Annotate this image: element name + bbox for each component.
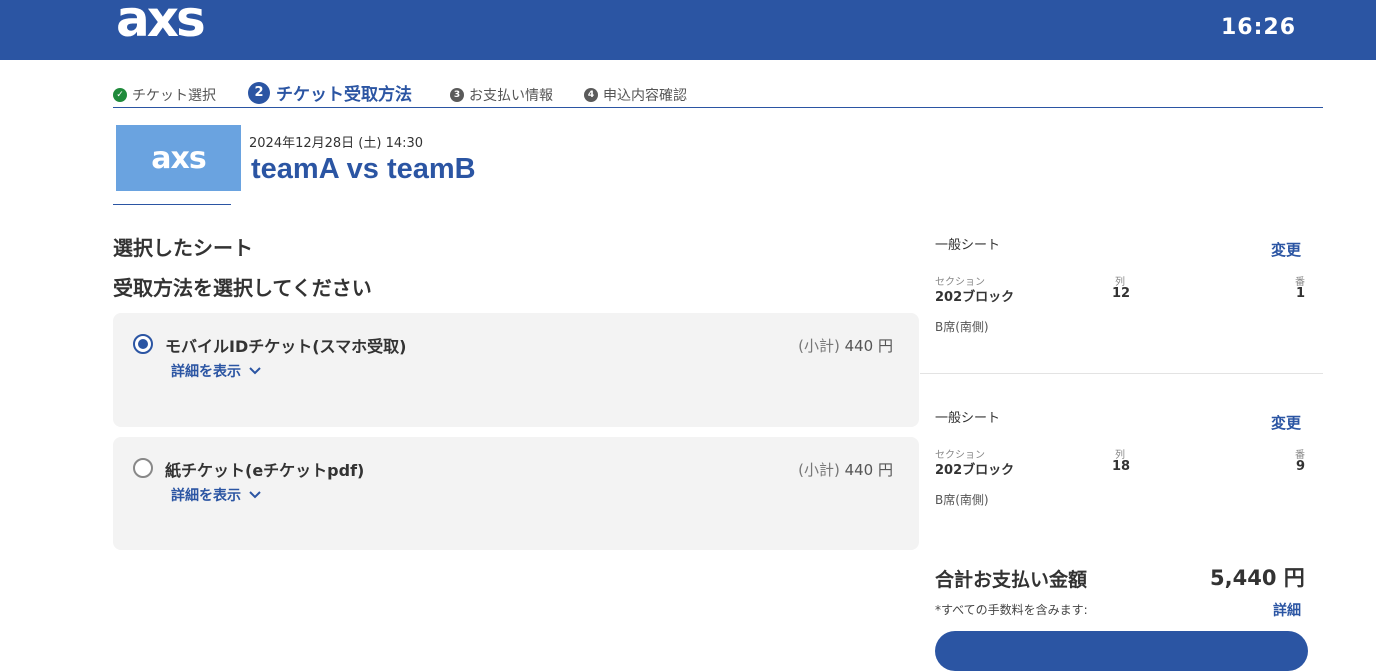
- step-number-icon: 3: [450, 88, 464, 102]
- step-label: チケット選択: [132, 88, 216, 104]
- option-label: 紙チケット(eチケットpdf): [165, 461, 365, 480]
- progress-steps: ✓ チケット選択 2 チケット受取方法 3 お支払い情報 4 申込内容確認: [113, 80, 1323, 108]
- seat-card: 一般シート 変更 セクション 202ブロック 列 18 番 9 B席(南側): [935, 407, 1307, 517]
- delivery-option-paper[interactable]: 紙チケット(eチケットpdf) (小計) 440 円 詳細を表示: [113, 437, 919, 550]
- price-value: 440 円: [844, 337, 893, 355]
- total-amount: 5,440 円: [1210, 566, 1305, 590]
- seat-type: 一般シート: [935, 411, 1001, 426]
- subtotal-label: (小計): [798, 461, 840, 479]
- row-value: 18: [1112, 459, 1131, 474]
- section-value: 202ブロック: [935, 290, 1015, 305]
- section-value: 202ブロック: [935, 463, 1015, 478]
- divider: [113, 204, 231, 205]
- seat-area: B席(南側): [935, 493, 989, 507]
- top-bar: axs 16:26: [0, 0, 1376, 60]
- step-label: チケット受取方法: [276, 85, 412, 105]
- change-button[interactable]: 変更: [1271, 239, 1301, 260]
- radio-selected[interactable]: [133, 334, 153, 354]
- fee-details-link[interactable]: 詳細: [1273, 600, 1301, 620]
- seat-value: 9: [1295, 459, 1305, 474]
- seat-area: B席(南側): [935, 320, 989, 334]
- event-thumbnail: axs: [116, 125, 241, 191]
- step-label: お支払い情報: [469, 88, 553, 104]
- step-payment-info: 3 お支払い情報: [450, 85, 553, 105]
- delivery-method-heading: 受取方法を選択してください: [113, 276, 372, 300]
- option-label: モバイルIDチケット(スマホ受取): [165, 337, 407, 356]
- radio-unselected[interactable]: [133, 458, 153, 478]
- show-details-link[interactable]: 詳細を表示: [171, 361, 261, 381]
- step-ticket-delivery: 2 チケット受取方法: [248, 80, 412, 105]
- row-value: 12: [1112, 286, 1131, 301]
- thumbnail-logo: axs: [151, 140, 206, 176]
- chevron-down-icon: [249, 491, 261, 499]
- divider: [920, 373, 1323, 374]
- details-label: 詳細を表示: [171, 364, 241, 380]
- seat-card: 一般シート 変更 セクション 202ブロック 列 12 番 1 B席(南側): [935, 234, 1307, 344]
- seat-type: 一般シート: [935, 238, 1001, 253]
- seat-value: 1: [1295, 286, 1305, 301]
- check-icon: ✓: [113, 88, 127, 102]
- delivery-option-mobile[interactable]: モバイルIDチケット(スマホ受取) (小計) 440 円 詳細を表示: [113, 313, 919, 427]
- axs-logo[interactable]: axs: [116, 0, 206, 48]
- step-label: 申込内容確認: [603, 88, 687, 104]
- selected-seats-heading: 選択したシート: [113, 236, 253, 260]
- step-number-icon: 2: [248, 81, 270, 104]
- option-price: (小計) 440 円: [798, 459, 893, 480]
- fee-note: *すべての手数料を含みます:: [935, 603, 1088, 617]
- chevron-down-icon: [249, 367, 261, 375]
- next-button[interactable]: [935, 631, 1308, 671]
- step-ticket-selection: ✓ チケット選択: [113, 85, 216, 105]
- details-label: 詳細を表示: [171, 488, 241, 504]
- show-details-link[interactable]: 詳細を表示: [171, 485, 261, 505]
- countdown-timer: 16:26: [1220, 15, 1296, 40]
- option-price: (小計) 440 円: [798, 335, 893, 356]
- event-title: teamA vs teamB: [251, 153, 476, 185]
- price-value: 440 円: [844, 461, 893, 479]
- step-number-icon: 4: [584, 88, 598, 102]
- total-label: 合計お支払い金額: [935, 569, 1088, 591]
- subtotal-label: (小計): [798, 337, 840, 355]
- event-date: 2024年12月28日 (土) 14:30: [249, 136, 424, 151]
- change-button[interactable]: 変更: [1271, 412, 1301, 433]
- step-confirmation: 4 申込内容確認: [584, 85, 687, 105]
